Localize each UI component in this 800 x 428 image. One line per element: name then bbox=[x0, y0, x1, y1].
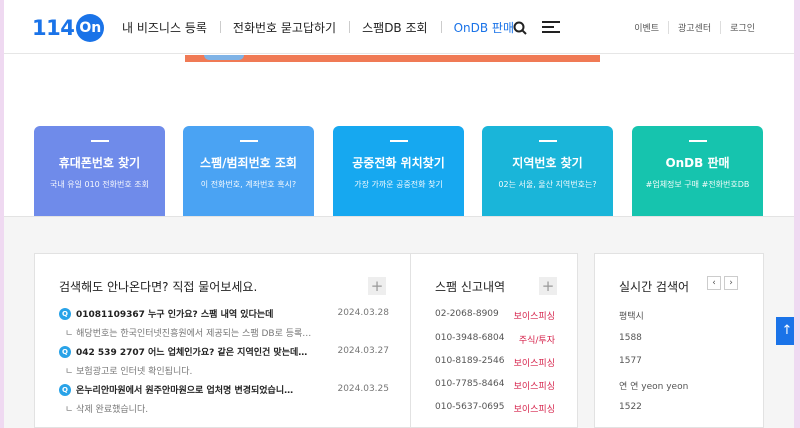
logo[interactable]: 114 On bbox=[32, 14, 105, 42]
spam-type: 보이스피싱 bbox=[513, 405, 555, 415]
card-dash bbox=[90, 140, 109, 142]
spam-row[interactable]: 010-3948-6804 주식/투자 bbox=[435, 333, 555, 346]
question-icon: Q bbox=[59, 345, 71, 358]
page: 114 On 내 비즈니스 등록 전화번호 묻고답하기 스팸DB 조회 OnDB… bbox=[0, 0, 798, 428]
spam-number: 02-2068-8909 bbox=[435, 309, 499, 319]
card-dash bbox=[538, 140, 557, 142]
card-mobile-number-search[interactable]: 휴대폰번호 찾기 국내 유일 010 전화번호 조회 bbox=[34, 126, 165, 216]
spam-row[interactable]: 010-8189-2546 보이스피싱 bbox=[435, 356, 555, 369]
spam-row[interactable]: 010-5637-0695 보이스피싱 bbox=[435, 402, 555, 415]
qa-item[interactable]: Q 042 539 2707 어느 업체인가요? 같은 지역인건 맞는데 … 20… bbox=[59, 345, 389, 377]
scroll-top-button[interactable]: ↑ bbox=[776, 317, 794, 345]
qa-item[interactable]: Q 01081109367 누구 인가요? 스팸 내역 있다는데 2024.03.… bbox=[59, 307, 389, 339]
spam-report-panel: 스팸 신고내역 + 02-2068-8909 보이스피싱 010-3948-680… bbox=[410, 253, 578, 428]
realtime-keyword[interactable]: 평택시 bbox=[619, 309, 644, 322]
qa-question[interactable]: 01081109367 누구 인가요? 스팸 내역 있다는데 bbox=[76, 307, 308, 320]
nav-item-phone-qa[interactable]: 전화번호 묻고답하기 bbox=[233, 19, 351, 36]
card-title: 휴대폰번호 찾기 bbox=[58, 156, 141, 170]
card-subtitle: 국내 유일 010 전화번호 조회 bbox=[49, 180, 150, 189]
spam-row[interactable]: 02-2068-8909 보이스피싱 bbox=[435, 309, 555, 322]
banner-decoration bbox=[204, 55, 244, 60]
search-icon[interactable] bbox=[513, 21, 527, 35]
card-dash bbox=[239, 140, 258, 142]
event-link[interactable]: 이벤트 bbox=[625, 21, 668, 34]
spam-number: 010-5637-0695 bbox=[435, 402, 505, 412]
card-area-code-search[interactable]: 지역번호 찾기 02는 서울, 울산 지역번호는? bbox=[482, 126, 613, 216]
card-spam-crime-lookup[interactable]: 스팸/범죄번호 조회 이 전화번호, 계좌번호 혹시? bbox=[183, 126, 314, 216]
nav-item-business-register[interactable]: 내 비즈니스 등록 bbox=[122, 19, 221, 36]
qa-question[interactable]: 042 539 2707 어느 업체인가요? 같은 지역인건 맞는데 … bbox=[76, 345, 308, 358]
card-payphone-location[interactable]: 공중전화 위치찾기 가장 가까운 공중전화 찾기 bbox=[333, 126, 464, 216]
question-icon: Q bbox=[59, 307, 71, 320]
card-title: 스팸/범죄번호 조회 bbox=[200, 156, 297, 170]
nav-item-ondb-sale[interactable]: OnDB 판매 bbox=[454, 19, 514, 36]
realtime-keyword[interactable]: 1577 bbox=[619, 356, 642, 366]
menu-icon[interactable] bbox=[542, 21, 560, 34]
qa-question[interactable]: 온누리안마원에서 원주안마원으로 업처명 변경되었습니… bbox=[76, 383, 308, 396]
card-subtitle: #업체정보 구매 #전화번호DB bbox=[645, 180, 750, 189]
card-subtitle: 가장 가까운 공중전화 찾기 bbox=[354, 180, 443, 189]
header: 114 On 내 비즈니스 등록 전화번호 묻고답하기 스팸DB 조회 OnDB… bbox=[4, 0, 794, 54]
card-title: 공중전화 위치찾기 bbox=[352, 156, 445, 170]
login-link[interactable]: 로그인 bbox=[720, 21, 764, 34]
realtime-keyword[interactable]: 1588 bbox=[619, 333, 642, 343]
main-nav: 내 비즈니스 등록 전화번호 묻고답하기 스팸DB 조회 OnDB 판매 bbox=[122, 0, 540, 54]
utility-links: 이벤트 광고센터 로그인 bbox=[625, 21, 764, 34]
card-dash bbox=[389, 140, 408, 142]
question-icon: Q bbox=[59, 383, 71, 396]
logo-number: 114 bbox=[32, 16, 75, 40]
card-ondb-sale[interactable]: OnDB 판매 #업체정보 구매 #전화번호DB bbox=[632, 126, 763, 216]
feature-cards: 휴대폰번호 찾기 국내 유일 010 전화번호 조회 스팸/범죄번호 조회 이 … bbox=[34, 126, 764, 216]
spam-more-button[interactable]: + bbox=[539, 277, 557, 295]
qa-item[interactable]: Q 온누리안마원에서 원주안마원으로 업처명 변경되었습니… 2024.03.25… bbox=[59, 383, 389, 415]
realtime-keyword[interactable]: 1522 bbox=[619, 402, 642, 412]
qa-date: 2024.03.28 bbox=[337, 308, 389, 318]
banner-strip[interactable] bbox=[185, 55, 600, 62]
realtime-prev-button[interactable]: ‹ bbox=[707, 276, 721, 290]
realtime-panel-title: 실시간 검색어 bbox=[619, 280, 690, 294]
qa-panel-title: 검색해도 안나온다면? 직접 물어보세요. bbox=[59, 280, 258, 294]
qa-answer: ㄴ 해당번호는 한국인터넷진흥원에서 제공되는 스팸 DB로 등록… bbox=[65, 329, 312, 339]
qa-more-button[interactable]: + bbox=[368, 277, 386, 295]
spam-number: 010-7785-8464 bbox=[435, 379, 505, 389]
spam-panel-title: 스팸 신고내역 bbox=[435, 280, 506, 294]
spam-row[interactable]: 010-7785-8464 보이스피싱 bbox=[435, 379, 555, 392]
realtime-next-button[interactable]: › bbox=[724, 276, 738, 290]
spam-type: 보이스피싱 bbox=[513, 312, 555, 322]
qa-answer: ㄴ 보험광고로 인터넷 확인됩니다. bbox=[65, 367, 193, 377]
nav-item-spam-db[interactable]: 스팸DB 조회 bbox=[362, 19, 442, 36]
card-dash bbox=[688, 140, 707, 142]
card-subtitle: 이 전화번호, 계좌번호 혹시? bbox=[200, 180, 297, 189]
qa-answer: ㄴ 삭제 완료했습니다. bbox=[65, 405, 149, 415]
logo-on-badge: On bbox=[76, 14, 105, 42]
qa-date: 2024.03.27 bbox=[337, 346, 389, 356]
ad-center-link[interactable]: 광고센터 bbox=[668, 21, 720, 34]
qa-panel: 검색해도 안나온다면? 직접 물어보세요. + Q 01081109367 누구 … bbox=[34, 253, 411, 428]
realtime-search-panel: 실시간 검색어 평택시 1588 1577 연 연 yeon yeon 1522 bbox=[594, 253, 764, 428]
qa-date: 2024.03.25 bbox=[337, 384, 389, 394]
spam-type: 보이스피싱 bbox=[513, 359, 555, 369]
spam-number: 010-8189-2546 bbox=[435, 356, 505, 366]
card-subtitle: 02는 서울, 울산 지역번호는? bbox=[498, 180, 597, 189]
spam-type: 보이스피싱 bbox=[513, 382, 555, 392]
spam-number: 010-3948-6804 bbox=[435, 333, 505, 343]
spam-type: 주식/투자 bbox=[518, 336, 555, 346]
card-title: 지역번호 찾기 bbox=[512, 156, 583, 170]
realtime-keyword[interactable]: 연 연 yeon yeon bbox=[619, 379, 688, 392]
card-title: OnDB 판매 bbox=[665, 156, 730, 170]
